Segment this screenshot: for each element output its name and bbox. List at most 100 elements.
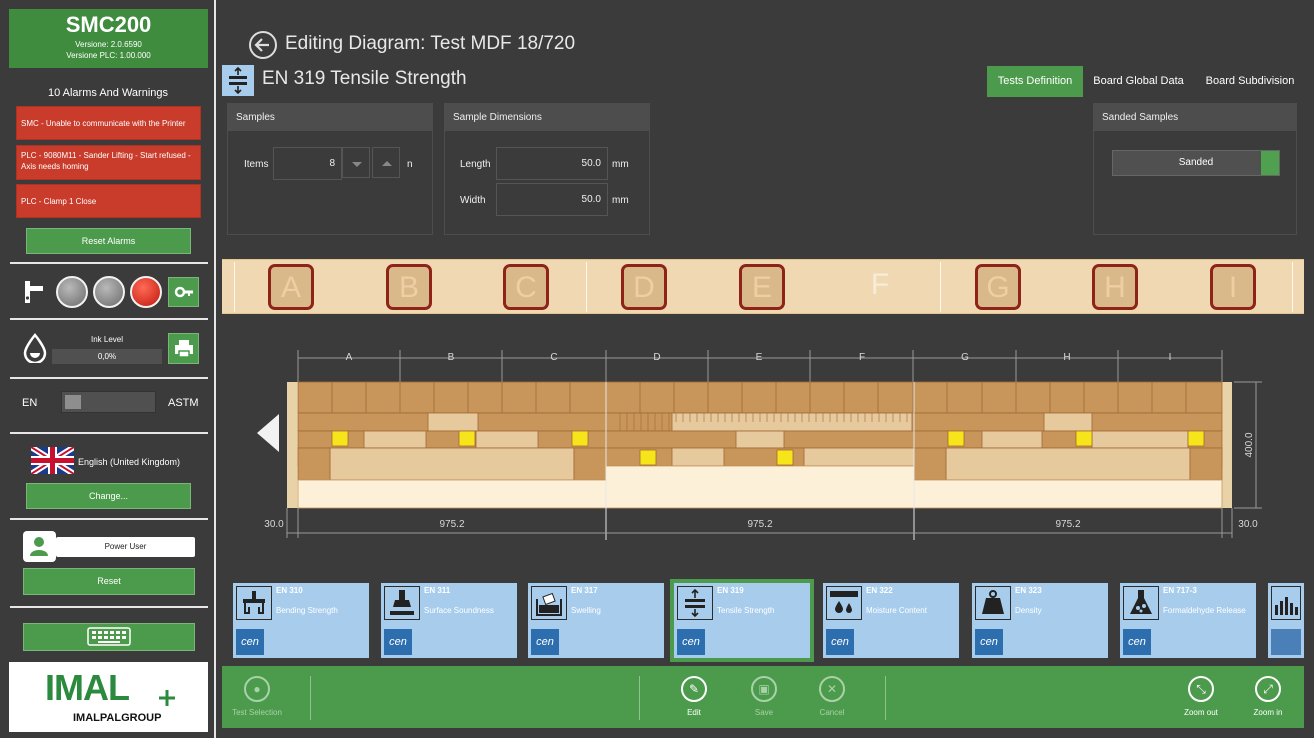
toggle-knob (65, 395, 81, 409)
decrement-button[interactable] (342, 147, 370, 178)
imal-logo: IMAL IMALPALGROUP (9, 662, 208, 732)
increment-button[interactable] (372, 147, 400, 178)
section-i[interactable]: I (1210, 264, 1256, 310)
app-name: SMC200 (65, 12, 152, 37)
page-title: Editing Diagram: Test MDF 18/720 (285, 33, 576, 54)
cen-logo-icon: cen (531, 629, 559, 655)
arrow-left-icon (251, 38, 275, 61)
test-name: Tensile Strength (717, 606, 775, 615)
surface-soundness-icon (384, 586, 420, 620)
radio-icon: ● (244, 676, 270, 702)
zoom-out-button[interactable]: ⤡ Zoom out (1179, 676, 1223, 717)
section-b[interactable]: B (386, 264, 432, 310)
status-light-alarm (130, 276, 162, 308)
formaldehyde-flask-icon (1123, 586, 1159, 620)
section-f[interactable]: F (857, 264, 903, 310)
reset-alarms-button[interactable]: Reset Alarms (26, 228, 191, 254)
test-code: EN 323 (1015, 586, 1042, 595)
test-card-en323[interactable]: EN 323 Density cen (972, 583, 1108, 658)
toolbar-divider (885, 676, 886, 720)
divider (10, 377, 208, 379)
test-code: EN 317 (571, 586, 598, 595)
column-label: E (756, 352, 763, 363)
globe-icon (1271, 629, 1301, 655)
moisture-content-icon (826, 586, 862, 620)
cen-logo-icon: cen (826, 629, 854, 655)
ink-level-label: Ink Level (90, 335, 124, 344)
section-g[interactable]: G (975, 264, 1021, 310)
length-input[interactable]: 50.0 (496, 147, 608, 180)
status-light (93, 276, 125, 308)
test-card-en317[interactable]: EN 317 Swelling cen (528, 583, 664, 658)
reset-user-button[interactable]: Reset (23, 568, 195, 595)
section-h[interactable]: H (1092, 264, 1138, 310)
test-name: Surface Soundness (424, 606, 494, 615)
user-icon (23, 531, 56, 562)
section-e[interactable]: E (739, 264, 785, 310)
cen-logo-icon: cen (975, 629, 1003, 655)
test-selection-button[interactable]: ● Test Selection (228, 676, 286, 717)
test-card-en311[interactable]: EN 311 Surface Soundness cen (381, 583, 517, 658)
test-card-en717-3[interactable]: EN 717-3 Formaldehyde Release cen (1120, 583, 1256, 658)
print-button[interactable] (168, 333, 199, 364)
units-right-label: ASTM (168, 397, 199, 409)
alarm-item[interactable]: PLC - 9080M11 - Sander Lifting - Start r… (16, 145, 201, 180)
right-margin-dimension: 30.0 (1238, 519, 1258, 530)
section-c[interactable]: C (503, 264, 549, 310)
test-card-en322[interactable]: EN 322 Moisture Content cen (823, 583, 959, 658)
change-language-button[interactable]: Change... (26, 483, 191, 509)
divider (10, 518, 208, 520)
section-d[interactable]: D (621, 264, 667, 310)
items-input[interactable]: 8 (273, 147, 342, 180)
sanded-label: Sanded (1178, 157, 1214, 168)
app-header: SMC200 Versione: 2.0.6590 Versione PLC: … (9, 9, 208, 68)
alarm-item[interactable]: SMC - Unable to communicate with the Pri… (16, 106, 201, 140)
width-input[interactable]: 50.0 (496, 183, 608, 216)
save-button[interactable]: ▣ Save (748, 676, 780, 717)
test-code: EN 311 (424, 586, 451, 595)
save-icon: ▣ (751, 676, 777, 702)
chevron-down-icon (343, 162, 371, 183)
zoom-out-label: Zoom out (1184, 708, 1218, 717)
strip-divider (1292, 262, 1293, 312)
units-toggle[interactable] (61, 391, 156, 413)
plc-version: Versione PLC: 1.00.000 (66, 51, 151, 60)
density-icon (975, 586, 1011, 620)
test-selection-label: Test Selection (232, 708, 282, 717)
edit-label: Edit (687, 708, 701, 717)
tab-tests-definition[interactable]: Tests Definition (987, 66, 1083, 97)
alarm-item[interactable]: PLC - Clamp 1 Close (16, 184, 201, 218)
tab-board-subdivision[interactable]: Board Subdivision (1196, 66, 1304, 97)
column-label: C (550, 352, 557, 363)
sanded-toggle[interactable]: Sanded (1112, 150, 1280, 176)
section-a[interactable]: A (268, 264, 314, 310)
test-card-en310[interactable]: EN 310 Bending Strength cen (233, 583, 369, 658)
arrow-left-indicator-icon[interactable] (257, 414, 279, 452)
toggle-on-indicator (1261, 151, 1279, 175)
segment-width-dimension: 975.2 (439, 519, 464, 530)
zoom-in-button[interactable]: ⤢ Zoom in (1248, 676, 1288, 717)
back-button[interactable] (249, 31, 277, 59)
strip-divider (586, 262, 587, 312)
key-button[interactable] (168, 277, 199, 307)
test-card-more[interactable] (1268, 583, 1304, 658)
test-card-en319[interactable]: EN 319 Tensile Strength cen (670, 579, 814, 662)
ink-level-value: 0,0% (52, 349, 162, 364)
keyboard-button[interactable] (23, 623, 195, 651)
divider (10, 432, 208, 434)
swelling-icon (531, 586, 567, 620)
column-label: G (961, 352, 969, 363)
uk-flag-icon (29, 444, 76, 477)
edit-button[interactable]: ✎ Edit (678, 676, 710, 717)
test-code: EN 310 (276, 586, 303, 595)
chevron-up-icon (373, 161, 401, 183)
app-window: SMC200 Versione: 2.0.6590 Versione PLC: … (0, 0, 1314, 738)
cen-logo-icon: cen (384, 629, 412, 655)
cen-logo-icon: cen (1123, 629, 1151, 655)
cancel-label: Cancel (819, 708, 845, 717)
sanded-samples-title: Sanded Samples (1094, 104, 1296, 131)
cancel-button[interactable]: ✕ Cancel (816, 676, 848, 717)
tab-board-global-data[interactable]: Board Global Data (1086, 66, 1191, 97)
test-name: Moisture Content (866, 606, 927, 615)
cancel-icon: ✕ (819, 676, 845, 702)
